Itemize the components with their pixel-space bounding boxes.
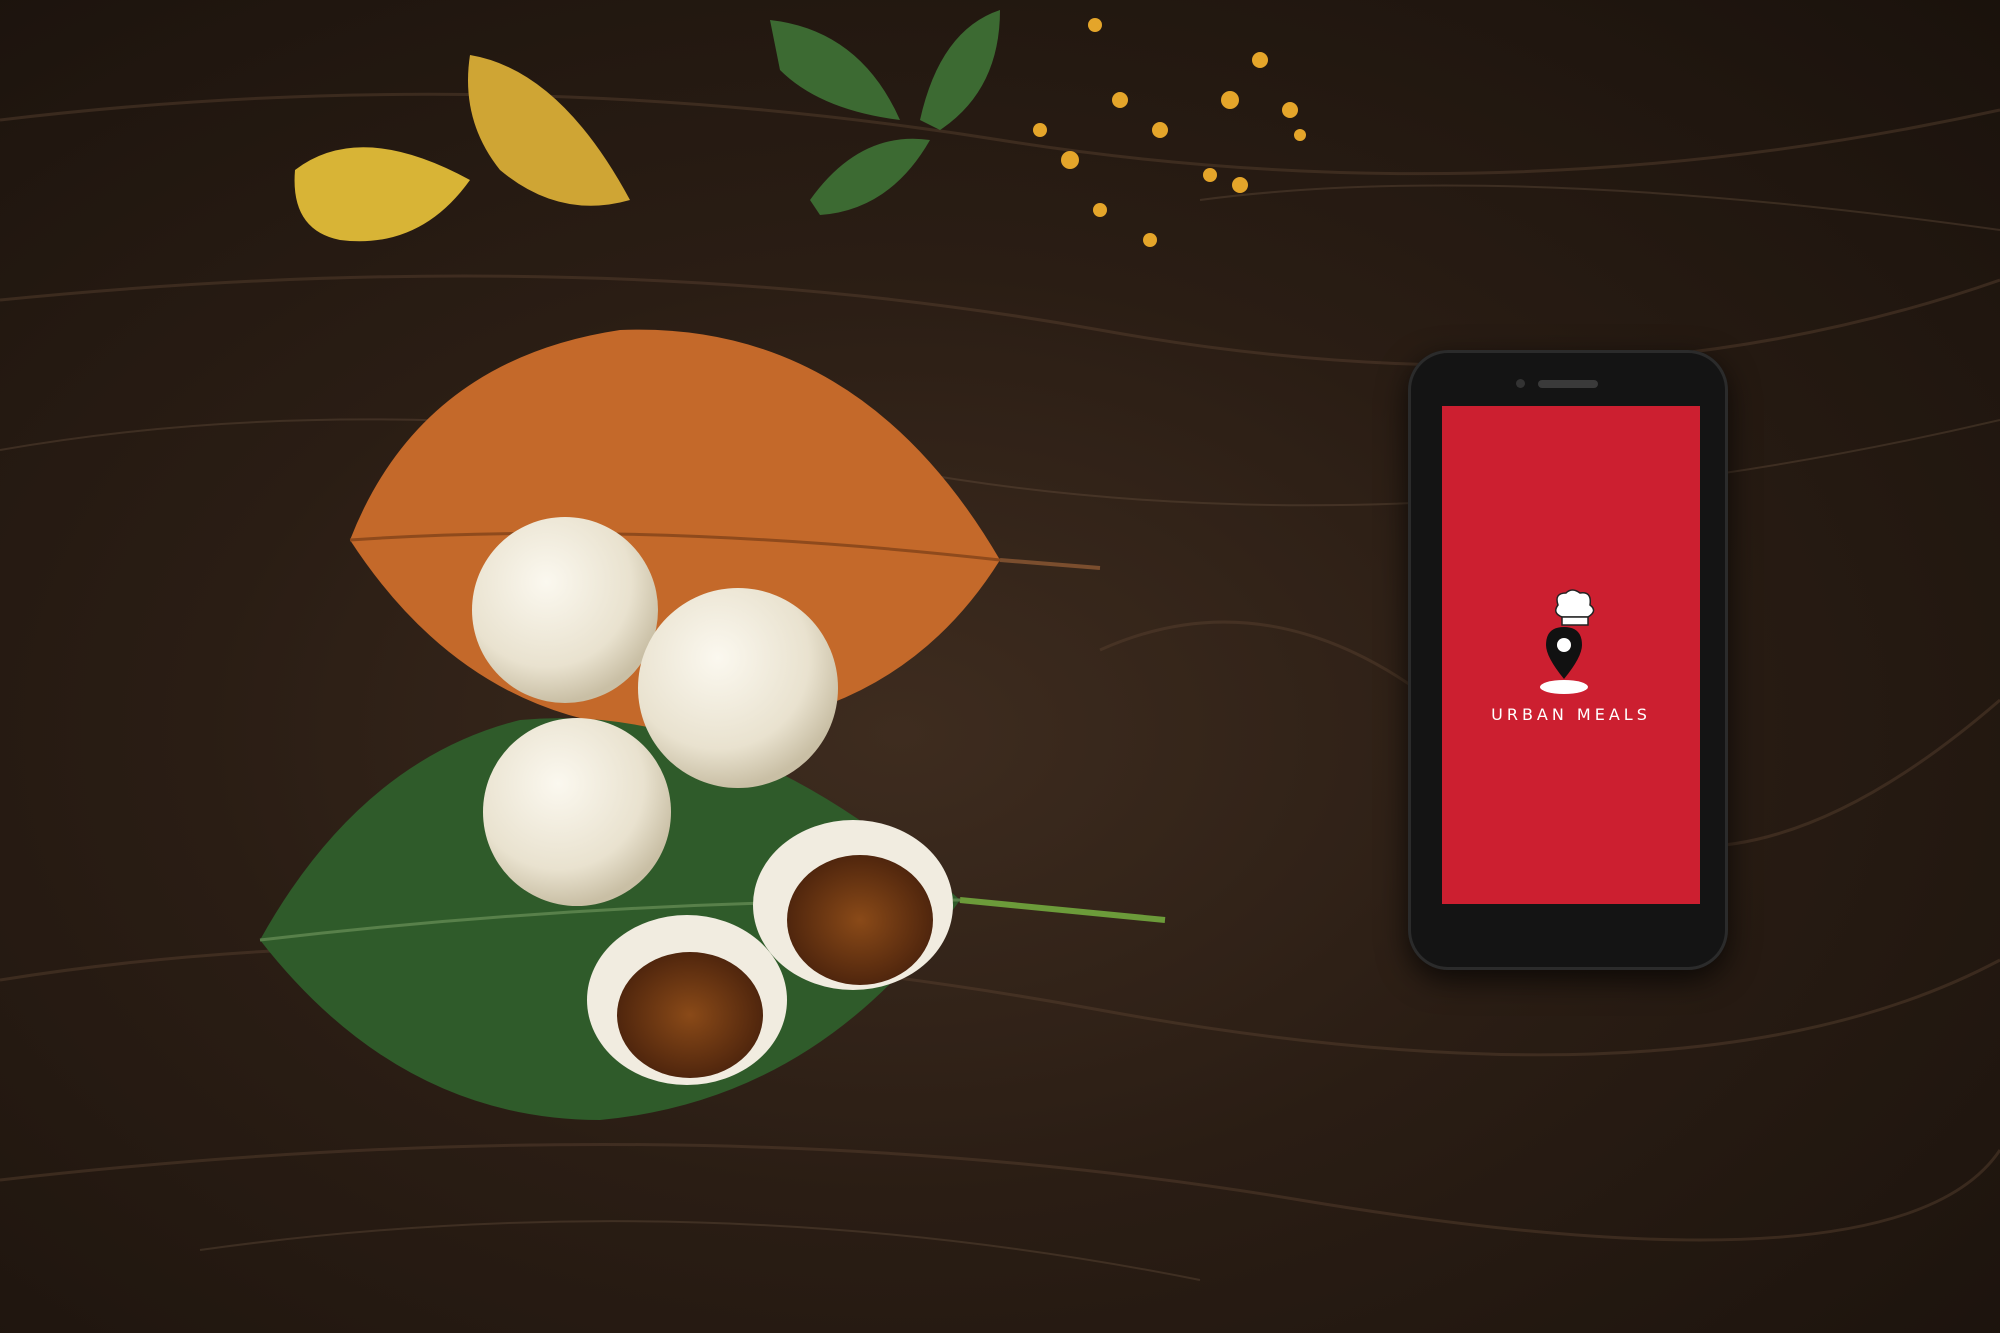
smartphone: URBAN MEALS <box>1408 350 1728 970</box>
food-photo-scene: URBAN MEALS <box>0 0 2000 1333</box>
chef-hat-location-pin-icon <box>1540 588 1595 694</box>
phone-camera <box>1516 379 1525 388</box>
app-brand-name: URBAN MEALS <box>1491 704 1651 724</box>
yellow-leaf <box>294 55 630 242</box>
app-splash-screen: URBAN MEALS <box>1442 406 1700 904</box>
phone-speaker <box>1538 380 1598 388</box>
